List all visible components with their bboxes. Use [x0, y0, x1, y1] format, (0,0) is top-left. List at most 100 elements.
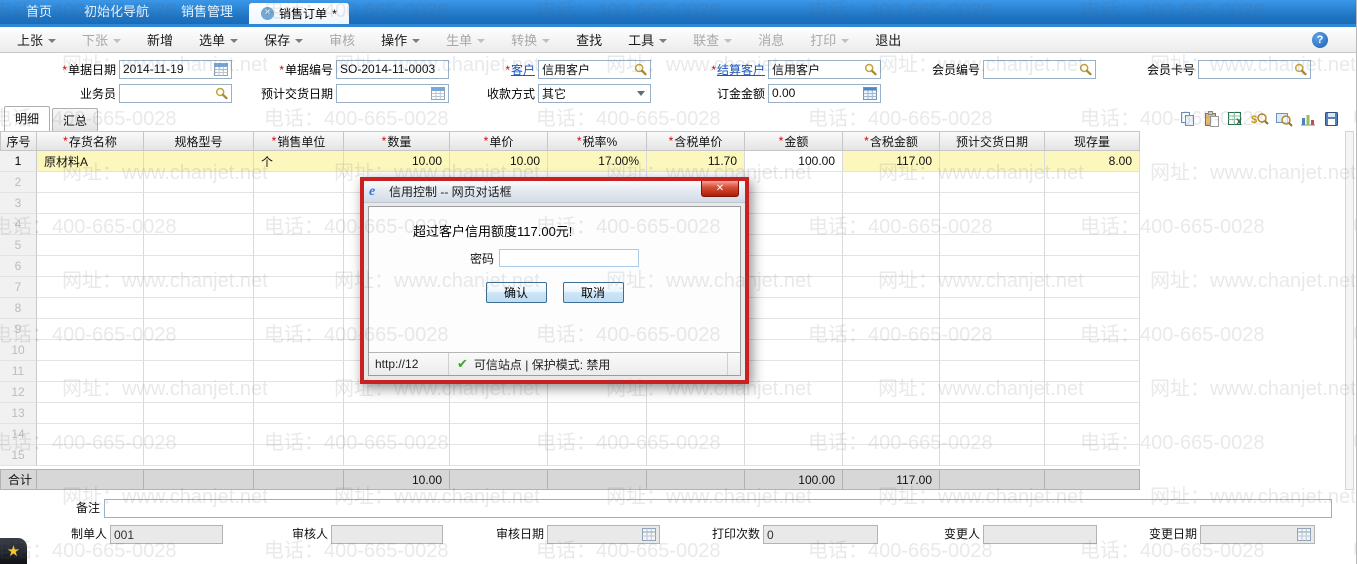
toolbar-button[interactable]: 退出 [862, 27, 914, 52]
grid-column-header[interactable]: 含税单价 [647, 131, 745, 151]
tab-sales-order-active[interactable]: 销售订单 * [249, 3, 349, 24]
grid-cell[interactable] [144, 193, 254, 214]
grid-cell[interactable] [940, 445, 1045, 466]
amount-grid-icon[interactable] [863, 86, 877, 100]
grid-cell[interactable] [745, 193, 843, 214]
grid-cell[interactable] [144, 277, 254, 298]
confirm-button[interactable]: 确认 [485, 282, 547, 303]
grid-cell[interactable]: 8.00 [1045, 151, 1140, 172]
grid-cell[interactable] [344, 424, 450, 445]
grid-cell[interactable] [940, 277, 1045, 298]
dialog-close-button[interactable] [701, 181, 739, 197]
search-icon[interactable] [634, 63, 647, 76]
grid-cell[interactable] [745, 235, 843, 256]
tab-sales-mgmt[interactable]: 销售管理 [165, 0, 249, 24]
grid-cell[interactable] [1045, 382, 1140, 403]
member-no-input[interactable] [983, 59, 1096, 79]
grid-cell[interactable] [940, 424, 1045, 445]
row-number-cell[interactable]: 12 [0, 382, 37, 403]
grid-column-header[interactable]: 含税金额 [843, 131, 940, 151]
grid-cell[interactable] [37, 256, 144, 277]
price-search-icon[interactable]: $ [1249, 110, 1270, 128]
grid-cell[interactable] [940, 403, 1045, 424]
password-input[interactable] [499, 249, 639, 267]
grid-cell[interactable] [254, 382, 344, 403]
close-tab-icon[interactable] [261, 7, 275, 20]
grid-cell[interactable] [254, 256, 344, 277]
grid-cell[interactable] [745, 382, 843, 403]
grid-cell[interactable] [1045, 319, 1140, 340]
grid-cell[interactable]: 100.00 [745, 151, 843, 172]
grid-cell[interactable] [1045, 361, 1140, 382]
grid-cell[interactable]: 个 [254, 151, 344, 172]
grid-column-header[interactable]: 规格型号 [144, 131, 254, 151]
grid-column-header[interactable]: 序号 [0, 131, 37, 151]
grid-cell[interactable] [1045, 256, 1140, 277]
grid-cell[interactable] [450, 382, 548, 403]
grid-cell[interactable] [745, 445, 843, 466]
note-input[interactable] [104, 499, 1332, 518]
calendar-icon[interactable] [214, 62, 228, 76]
toolbar-button[interactable]: 上张 [4, 27, 69, 52]
grid-cell[interactable] [254, 193, 344, 214]
grid-cell[interactable] [843, 172, 940, 193]
grid-cell[interactable] [843, 445, 940, 466]
toolbar-button[interactable]: 操作 [368, 27, 433, 52]
grid-cell[interactable] [647, 424, 745, 445]
grid-cell[interactable] [450, 403, 548, 424]
grid-cell[interactable] [1045, 445, 1140, 466]
grid-cell[interactable] [254, 340, 344, 361]
grid-cell[interactable] [254, 298, 344, 319]
grid-cell[interactable] [254, 403, 344, 424]
customer-input[interactable]: 信用客户 [538, 59, 651, 79]
grid-cell[interactable] [37, 298, 144, 319]
delivery-date-input[interactable] [336, 83, 449, 103]
grid-cell[interactable] [144, 298, 254, 319]
tab-init-nav[interactable]: 初始化导航 [68, 0, 165, 24]
grid-row[interactable]: 1 原材料A 个 10.00 10.00 17.00% 11.70 100.00 117.00 8… [0, 151, 1141, 172]
grid-cell[interactable] [254, 172, 344, 193]
grid-cell[interactable] [37, 193, 144, 214]
grid-cell[interactable] [843, 382, 940, 403]
calendar-icon[interactable] [431, 86, 445, 100]
grid-cell[interactable] [940, 298, 1045, 319]
grid-cell[interactable] [843, 424, 940, 445]
grid-cell[interactable] [745, 298, 843, 319]
grid-cell[interactable] [940, 172, 1045, 193]
settle-customer-label[interactable]: 结算客户 [651, 61, 765, 78]
grid-cell[interactable] [843, 193, 940, 214]
chart-icon[interactable] [1297, 110, 1318, 128]
grid-cell[interactable] [745, 424, 843, 445]
grid-cell[interactable] [940, 256, 1045, 277]
grid-cell[interactable] [144, 340, 254, 361]
grid-cell[interactable] [1045, 235, 1140, 256]
search-icon[interactable] [1079, 63, 1092, 76]
grid-cell[interactable] [548, 403, 647, 424]
grid-cell[interactable] [745, 403, 843, 424]
doc-date-input[interactable]: 2014-11-19 [119, 59, 232, 79]
grid-cell[interactable] [450, 445, 548, 466]
grid-cell[interactable] [647, 445, 745, 466]
member-card-input[interactable] [1198, 59, 1311, 79]
grid-cell[interactable] [1045, 340, 1140, 361]
row-number-cell[interactable]: 3 [0, 193, 37, 214]
grid-cell[interactable] [344, 445, 450, 466]
grid-cell[interactable] [37, 445, 144, 466]
grid-cell[interactable] [548, 445, 647, 466]
grid-cell[interactable] [1045, 214, 1140, 235]
grid-cell[interactable] [843, 235, 940, 256]
grid-column-header[interactable]: 存货名称 [37, 131, 144, 151]
grid-cell[interactable] [940, 214, 1045, 235]
dialog-title-bar[interactable]: 信用控制 -- 网页对话框 [364, 181, 745, 203]
grid-cell[interactable]: 11.70 [647, 151, 745, 172]
grid-column-header[interactable]: 数量 [344, 131, 450, 151]
grid-cell[interactable] [843, 214, 940, 235]
grid-cell[interactable] [745, 277, 843, 298]
grid-cell[interactable] [745, 340, 843, 361]
toolbar-button[interactable]: 工具 [615, 27, 680, 52]
grid-column-header[interactable]: 税率% [548, 131, 647, 151]
row-number-cell[interactable]: 8 [0, 298, 37, 319]
grid-cell[interactable] [1045, 172, 1140, 193]
grid-cell[interactable] [940, 340, 1045, 361]
grid-column-header[interactable]: 现存量 [1045, 131, 1140, 151]
